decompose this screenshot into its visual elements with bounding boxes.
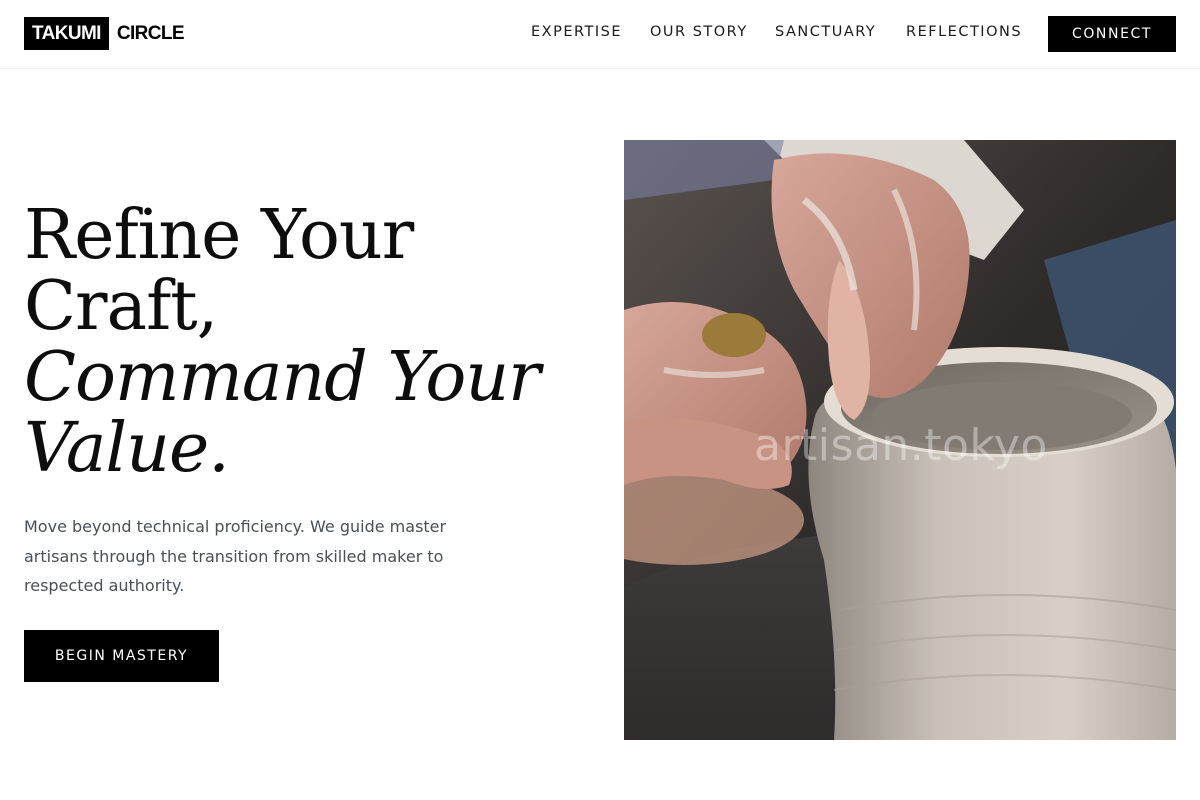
- headline-line-2: Craft,: [24, 267, 218, 346]
- site-header: TAKUMI CIRCLE EXPERTISE OUR STORY SANCTU…: [0, 0, 1200, 69]
- connect-button[interactable]: CONNECT: [1048, 16, 1176, 52]
- nav-link-sanctuary[interactable]: SANCTUARY: [775, 24, 876, 40]
- headline-line-4: Value.: [24, 409, 230, 488]
- headline-line-3: Command Your: [24, 338, 541, 417]
- nav-link-our-story[interactable]: OUR STORY: [650, 24, 748, 40]
- logo-text: CIRCLE: [116, 22, 185, 44]
- hero-subtitle: Move beyond technical proficiency. We gu…: [24, 517, 447, 595]
- logo-box: TAKUMI: [24, 17, 109, 50]
- nav-link-reflections[interactable]: REFLECTIONS: [906, 24, 1022, 40]
- hero-headline: Refine Your Craft, Command Your Value.: [24, 196, 541, 488]
- headline-line-1: Refine Your: [24, 196, 414, 275]
- image-watermark: artisan.tokyo: [754, 420, 1048, 471]
- pottery-wheel-photo: artisan.tokyo: [624, 140, 1176, 740]
- nav-link-expertise[interactable]: EXPERTISE: [531, 24, 622, 40]
- brand-logo[interactable]: TAKUMI CIRCLE: [24, 17, 185, 50]
- begin-mastery-button[interactable]: BEGIN MASTERY: [24, 630, 219, 682]
